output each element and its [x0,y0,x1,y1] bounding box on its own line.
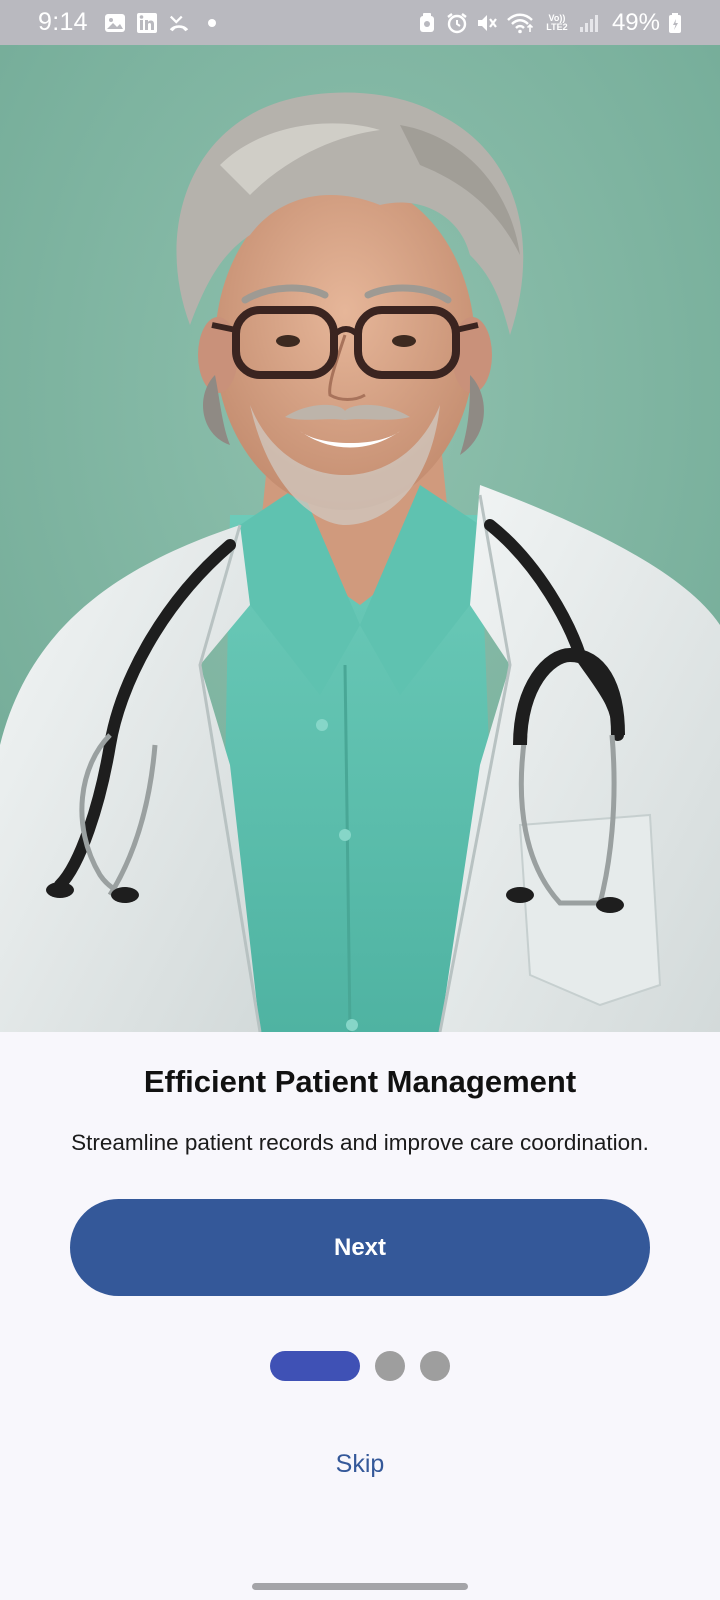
onboarding-title: Efficient Patient Management [143,1064,577,1099]
page-indicator-3[interactable] [420,1351,450,1381]
page-indicators [0,1351,720,1381]
vpn-icon [416,12,438,34]
status-bar: 9:14 Vo)) LTE2 49% [0,0,720,45]
doctor-portrait-illustration [0,45,720,1032]
wifi-icon [506,12,536,34]
battery-percentage: 49% [611,8,660,36]
linkedin-icon [136,12,158,34]
alarm-icon [446,12,468,34]
status-bar-right: Vo)) LTE2 49% [416,9,682,37]
missed-call-icon [168,12,190,34]
battery-icon [668,12,682,34]
home-indicator[interactable] [252,1583,468,1590]
skip-button[interactable]: Skip [310,1444,410,1484]
page-indicator-1-active[interactable] [270,1351,360,1381]
signal-icon [578,12,600,34]
hero-image [0,45,720,1032]
network-type-label: Vo)) LTE2 [546,12,568,32]
onboarding-subtitle: Streamline patient records and improve c… [71,1130,649,1155]
page-indicator-2[interactable] [375,1351,405,1381]
mute-icon [476,12,498,34]
status-bar-left: 9:14 [38,8,216,37]
next-button[interactable]: Next [70,1199,650,1296]
gallery-icon [104,12,126,34]
notification-dot [207,18,216,27]
status-time: 9:14 [38,8,88,36]
